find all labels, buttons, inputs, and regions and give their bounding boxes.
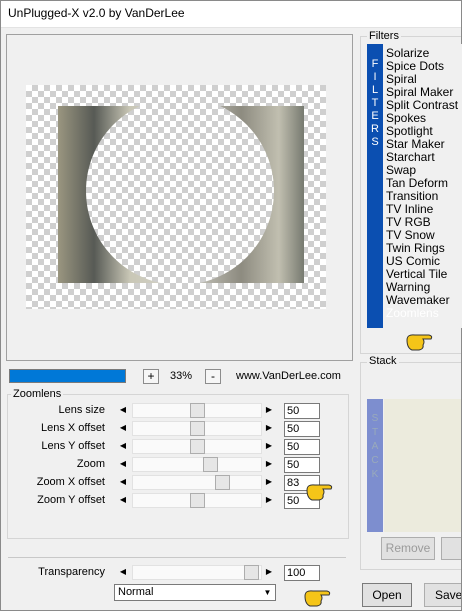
filter-list-item[interactable]: Swap: [386, 163, 416, 177]
stack-strip-letter: S: [371, 413, 379, 424]
slider-right-arrow-icon[interactable]: ▶: [262, 565, 276, 580]
filter-list-item[interactable]: Tan Deform: [386, 176, 448, 190]
param-value-field[interactable]: 50: [284, 421, 320, 437]
stack-list[interactable]: [384, 399, 462, 532]
slider-left-arrow-icon[interactable]: ◀: [116, 493, 130, 508]
param-label: Lens X offset: [40, 422, 105, 434]
param-slider-track[interactable]: [132, 457, 262, 472]
filter-list-item[interactable]: Spice Dots: [386, 59, 444, 73]
transparency-label: Transparency: [38, 566, 105, 578]
filters-strip-letter: E: [371, 110, 379, 122]
param-slider-thumb[interactable]: [190, 403, 205, 418]
zoom-level: 33%: [170, 370, 193, 382]
filters-strip-letter: R: [371, 123, 379, 135]
slider-right-arrow-icon[interactable]: ▶: [262, 457, 276, 472]
filters-strip-letter: I: [373, 71, 377, 83]
zoom-progress-bar: [9, 369, 126, 383]
pointing-hand-icon: [304, 590, 331, 607]
website-link[interactable]: www.VanDerLee.com: [236, 370, 341, 382]
param-value-field[interactable]: 50: [284, 457, 320, 473]
param-slider-thumb[interactable]: [190, 493, 205, 508]
filter-list-item[interactable]: Vertical Tile: [386, 267, 447, 281]
filters-group-label: Filters: [367, 30, 401, 42]
filter-list-item[interactable]: Spokes: [386, 111, 426, 125]
param-slider-thumb[interactable]: [190, 439, 205, 454]
filters-list[interactable]: Solarize Spice Dots Spiral Spiral Maker Spli…: [384, 44, 462, 328]
filter-list-item[interactable]: Spotlight: [386, 124, 433, 138]
filter-list-item[interactable]: Solarize: [386, 46, 429, 60]
filter-list-item[interactable]: TV Snow: [386, 228, 435, 242]
filters-strip-letter: L: [371, 84, 379, 96]
open-button[interactable]: Open: [362, 583, 412, 607]
zoom-in-button[interactable]: +: [143, 369, 159, 384]
filter-list-item[interactable]: US Comic: [386, 254, 440, 268]
blend-mode-select[interactable]: Normal ▼: [114, 584, 276, 601]
transparency-value-field[interactable]: 100: [284, 565, 320, 581]
pointing-hand-icon: [306, 484, 333, 501]
param-slider-track[interactable]: [132, 475, 262, 490]
filters-strip-letter: F: [371, 58, 379, 70]
preview-image: [26, 85, 326, 309]
chevron-down-icon[interactable]: ▼: [260, 585, 275, 600]
param-slider-thumb[interactable]: [190, 421, 205, 436]
slider-right-arrow-icon[interactable]: ▶: [262, 403, 276, 418]
stack-secondary-button[interactable]: [441, 537, 462, 560]
zoom-out-button[interactable]: -: [205, 369, 221, 384]
stack-strip: STACK: [367, 399, 383, 532]
parameters-group-label: Zoomlens: [11, 388, 64, 400]
stack-strip-letter: T: [371, 427, 379, 438]
pointing-hand-icon: [406, 334, 433, 351]
filter-list-item[interactable]: Spiral Maker: [386, 85, 453, 99]
slider-right-arrow-icon[interactable]: ▶: [262, 421, 276, 436]
filter-list-item[interactable]: Star Maker: [386, 137, 445, 151]
filter-list-item[interactable]: Warning: [386, 280, 430, 294]
filter-list-item[interactable]: Transition: [386, 189, 438, 203]
window-title: UnPlugged-X v2.0 by VanDerLee: [8, 6, 185, 20]
param-label: Lens size: [58, 404, 105, 416]
param-label: Zoom Y offset: [37, 494, 105, 506]
param-label: Zoom X offset: [36, 476, 105, 488]
slider-left-arrow-icon[interactable]: ◀: [116, 565, 130, 580]
filter-list-item[interactable]: Spiral: [386, 72, 417, 86]
param-value-field[interactable]: 50: [284, 403, 320, 419]
blend-mode-value: Normal: [118, 586, 154, 598]
separator: [8, 557, 346, 558]
slider-left-arrow-icon[interactable]: ◀: [116, 457, 130, 472]
filters-strip: FILTERS: [367, 44, 383, 328]
param-label: Zoom: [76, 458, 105, 470]
stack-strip-letter: C: [371, 455, 379, 466]
filter-list-item[interactable]: Starchart: [386, 150, 435, 164]
filters-strip-letter: S: [371, 136, 379, 148]
param-slider-thumb[interactable]: [215, 475, 230, 490]
slider-left-arrow-icon[interactable]: ◀: [116, 475, 130, 490]
filter-list-item[interactable]: TV Inline: [386, 202, 433, 216]
stack-strip-letter: K: [371, 469, 379, 480]
filter-list-item[interactable]: Split Contrast: [386, 98, 458, 112]
filter-list-item[interactable]: TV RGB: [386, 215, 431, 229]
save-button[interactable]: Save: [424, 583, 462, 607]
stack-strip-letter: A: [371, 441, 379, 452]
filter-list-item[interactable]: Zoomlens: [386, 306, 439, 320]
filter-list-item[interactable]: Twin Rings: [386, 241, 445, 255]
slider-left-arrow-icon[interactable]: ◀: [116, 421, 130, 436]
param-value-field[interactable]: 50: [284, 439, 320, 455]
filters-strip-letter: T: [371, 97, 379, 109]
stack-group-label: Stack: [367, 355, 399, 367]
param-slider-thumb[interactable]: [203, 457, 218, 472]
slider-right-arrow-icon[interactable]: ▶: [262, 475, 276, 490]
slider-left-arrow-icon[interactable]: ◀: [116, 439, 130, 454]
transparency-slider-track[interactable]: [132, 565, 262, 580]
transparency-slider-thumb[interactable]: [244, 565, 259, 580]
param-label: Lens Y offset: [41, 440, 105, 452]
slider-right-arrow-icon[interactable]: ▶: [262, 493, 276, 508]
slider-left-arrow-icon[interactable]: ◀: [116, 403, 130, 418]
filter-list-item[interactable]: Wavemaker: [386, 293, 450, 307]
remove-button[interactable]: Remove: [381, 537, 435, 560]
slider-right-arrow-icon[interactable]: ▶: [262, 439, 276, 454]
